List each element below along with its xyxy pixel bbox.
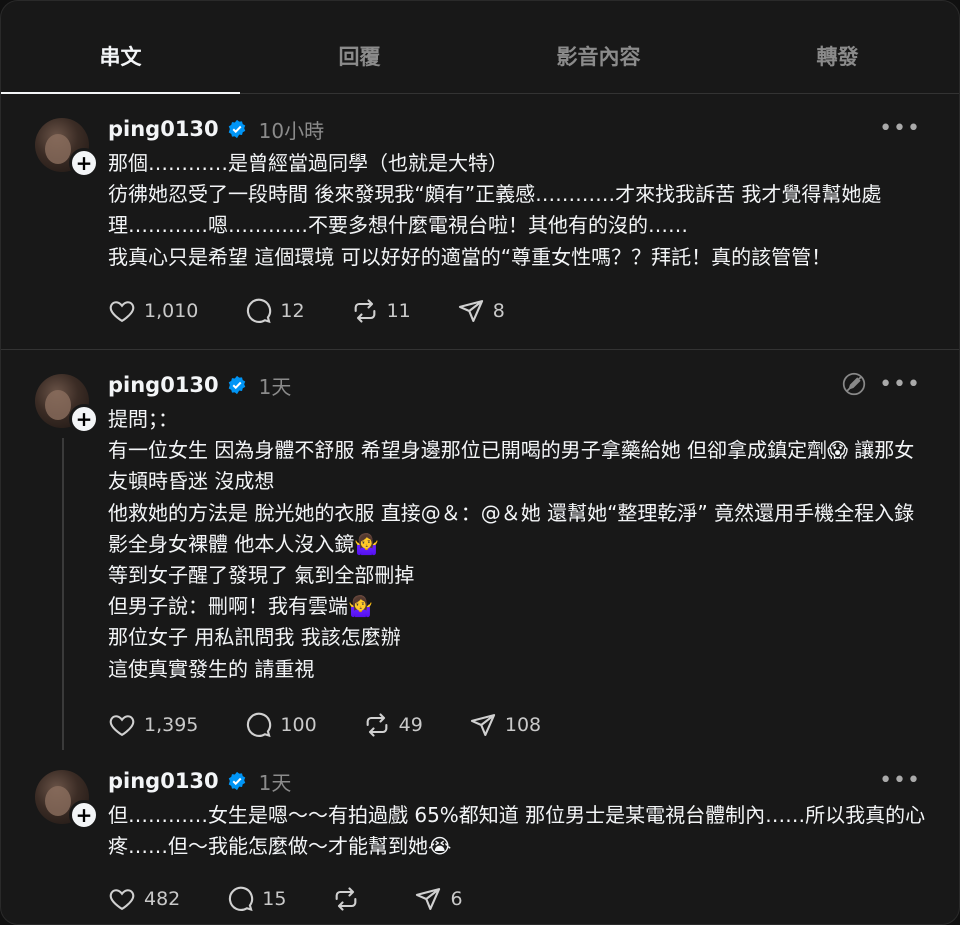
share-count: 8 bbox=[492, 300, 505, 322]
username[interactable]: ping0130 bbox=[108, 117, 219, 141]
comment-button[interactable]: 12 bbox=[244, 297, 305, 325]
follow-plus-icon[interactable]: + bbox=[69, 800, 99, 830]
thread-post[interactable]: + ping0130 1天 ••• 提問；： 有一位女生 因為身體不舒服 希望身… bbox=[1, 350, 959, 750]
heart-icon bbox=[109, 889, 135, 911]
post-text: 那個…………是曾經當過同學（也就是大特） 彷彿她忍受了一段時間 後來發現我“頗有… bbox=[108, 151, 882, 269]
like-count: 1,395 bbox=[144, 714, 199, 736]
follow-plus-icon[interactable]: + bbox=[69, 148, 99, 178]
edit-disabled-icon[interactable] bbox=[841, 371, 867, 397]
verified-badge-icon bbox=[228, 375, 245, 395]
comment-count: 15 bbox=[262, 888, 287, 910]
comment-count: 100 bbox=[280, 714, 317, 736]
more-options-icon[interactable]: ••• bbox=[879, 768, 921, 793]
share-button[interactable]: 6 bbox=[414, 885, 463, 913]
heart-icon bbox=[109, 715, 135, 737]
send-icon bbox=[470, 714, 495, 736]
profile-threads-panel: 串文 回覆 影音內容 轉發 + ping0130 10小時 ••• 那個…………… bbox=[0, 0, 960, 925]
like-count: 482 bbox=[144, 888, 181, 910]
share-button[interactable]: 8 bbox=[457, 297, 505, 325]
thread-post[interactable]: + ping0130 1天 ••• 但…………女生是嗯～～有拍過戲 65%都知道… bbox=[1, 746, 959, 924]
tab-media[interactable]: 影音內容 bbox=[479, 1, 718, 93]
follow-plus-icon[interactable]: + bbox=[69, 404, 99, 434]
send-icon bbox=[458, 300, 483, 322]
verified-badge-icon bbox=[228, 771, 245, 791]
like-button[interactable]: 482 bbox=[108, 885, 180, 913]
send-icon bbox=[416, 888, 441, 910]
tab-threads[interactable]: 串文 bbox=[1, 1, 240, 94]
post-time: 10小時 bbox=[258, 118, 325, 143]
repost-icon bbox=[354, 299, 375, 323]
like-button[interactable]: 1,395 bbox=[108, 711, 198, 739]
comment-icon bbox=[247, 712, 272, 738]
repost-count: 49 bbox=[398, 714, 423, 736]
repost-button[interactable] bbox=[332, 885, 368, 913]
comment-button[interactable]: 15 bbox=[226, 885, 286, 913]
comment-count: 12 bbox=[280, 300, 305, 322]
tab-reposts[interactable]: 轉發 bbox=[718, 1, 957, 93]
share-count: 6 bbox=[450, 888, 463, 910]
avatar[interactable]: + bbox=[35, 118, 99, 178]
repost-icon bbox=[336, 887, 357, 911]
thread-connector-line bbox=[62, 438, 64, 750]
post-text: 但…………女生是嗯～～有拍過戲 65%都知道 那位男士是某電視台體制內……所以我… bbox=[108, 803, 926, 859]
share-count: 108 bbox=[504, 714, 542, 736]
post-time: 1天 bbox=[258, 374, 292, 399]
repost-icon bbox=[366, 713, 388, 737]
username[interactable]: ping0130 bbox=[108, 769, 219, 793]
share-button[interactable]: 108 bbox=[469, 711, 541, 739]
repost-count: 11 bbox=[386, 300, 411, 322]
avatar[interactable]: + bbox=[35, 770, 99, 830]
repost-button[interactable]: 11 bbox=[351, 297, 411, 325]
profile-tabs: 串文 回覆 影音內容 轉發 bbox=[1, 1, 959, 94]
username[interactable]: ping0130 bbox=[108, 373, 219, 397]
like-button[interactable]: 1,010 bbox=[108, 297, 198, 325]
post-time: 1天 bbox=[258, 770, 292, 795]
verified-badge-icon bbox=[228, 119, 245, 139]
more-options-icon[interactable]: ••• bbox=[879, 372, 921, 397]
tab-replies[interactable]: 回覆 bbox=[240, 1, 479, 93]
repost-button[interactable]: 49 bbox=[363, 711, 423, 739]
comment-icon bbox=[229, 886, 254, 912]
more-options-icon[interactable]: ••• bbox=[879, 116, 921, 141]
post-text: 提問；： 有一位女生 因為身體不舒服 希望身邊那位已開喝的男子拿藥給她 但卻拿成… bbox=[108, 407, 915, 681]
thread-post[interactable]: + ping0130 10小時 ••• 那個…………是曾經當過同學（也就是大特）… bbox=[1, 94, 959, 349]
comment-button[interactable]: 100 bbox=[244, 711, 317, 739]
comment-icon bbox=[247, 298, 272, 324]
heart-icon bbox=[109, 301, 135, 323]
like-count: 1,010 bbox=[144, 300, 199, 322]
avatar[interactable]: + bbox=[35, 374, 99, 434]
